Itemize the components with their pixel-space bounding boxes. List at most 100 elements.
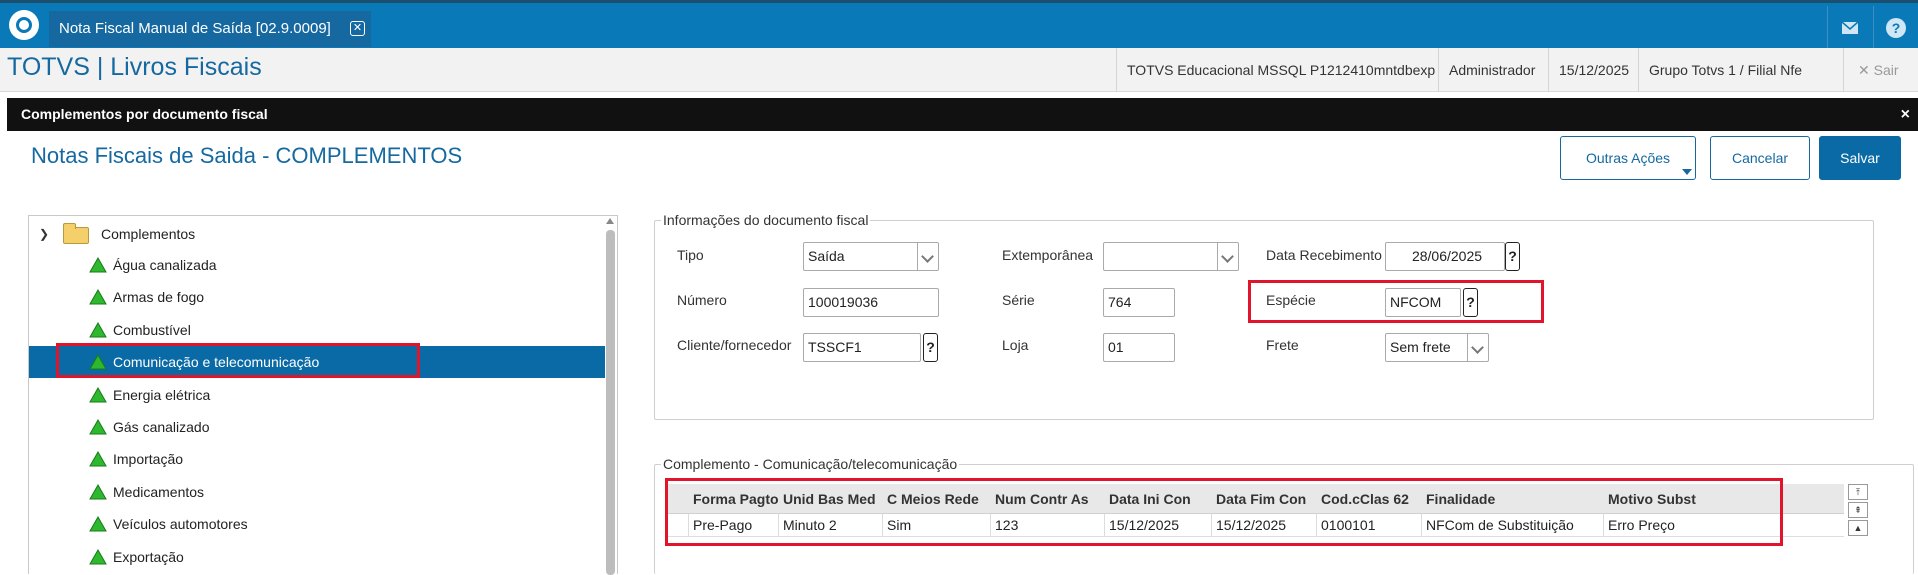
cliente-label: Cliente/fornecedor (677, 337, 792, 353)
especie-lookup-button[interactable]: ? (1463, 288, 1478, 317)
tree-item[interactable]: Exportação (29, 541, 605, 573)
tree-item[interactable]: Gás canalizado (29, 411, 605, 443)
environment-info[interactable]: TOTVS Educacional MSSQL P1212410mntdbexp (1116, 48, 1445, 92)
doc-info-legend: Informações do documento fiscal (661, 212, 871, 228)
cancel-button[interactable]: Cancelar (1710, 136, 1810, 180)
cliente-input[interactable]: TSSCF1 (803, 333, 921, 362)
chevron-down-icon[interactable]: ❯ (39, 222, 51, 246)
table-cell[interactable]: Sim (882, 514, 911, 537)
table-cell[interactable]: 15/12/2025 (1211, 514, 1286, 537)
folder-icon (63, 223, 89, 244)
tab-nota-fiscal[interactable]: Nota Fiscal Manual de Saída [02.9.0009] … (49, 11, 371, 47)
other-actions-button[interactable]: Outras Ações (1560, 136, 1696, 180)
tree-item[interactable]: Importação (29, 443, 605, 475)
exit-button[interactable]: ✕ Sair (1843, 48, 1918, 92)
frete-select[interactable]: Sem frete (1385, 333, 1489, 362)
status-triangle-icon (89, 419, 107, 435)
complementos-tree: ❯ Complementos Água canalizada Armas de f… (28, 215, 618, 575)
tree-item-label: Combustível (113, 321, 191, 338)
chevron-down-icon (917, 243, 938, 270)
tree-item-label: Importação (113, 451, 184, 468)
brand-title: TOTVS | Livros Fiscais (7, 53, 262, 81)
column-header[interactable]: Forma Pagto (693, 484, 779, 514)
status-triangle-icon (89, 548, 107, 565)
table-cell[interactable]: 15/12/2025 (1104, 514, 1179, 537)
top-bar: Nota Fiscal Manual de Saída [02.9.0009] … (0, 0, 1918, 48)
tree-item-label: Comunicação e telecomunicação (113, 354, 320, 371)
complemento-legend: Complemento - Comunicação/telecomunicaçã… (661, 456, 960, 472)
data-recebimento-input[interactable]: 28/06/2025 (1385, 242, 1505, 271)
status-triangle-icon (89, 257, 107, 273)
status-triangle-icon (89, 483, 107, 500)
column-header[interactable]: Num Contr As (995, 484, 1089, 514)
cliente-lookup-button[interactable]: ? (923, 333, 938, 362)
loja-input[interactable]: 01 (1103, 333, 1175, 362)
frete-value: Sem frete (1390, 339, 1451, 355)
extemporanea-select[interactable] (1103, 242, 1239, 271)
column-header[interactable]: Motivo Subst (1608, 484, 1696, 514)
scroll-thumb[interactable] (606, 230, 615, 575)
tree-scrollbar[interactable] (606, 216, 615, 575)
tree-item[interactable]: Combustível (29, 314, 605, 346)
tree-root-label: Complementos (101, 226, 196, 242)
status-triangle-icon (89, 386, 107, 403)
scroll-up-icon[interactable] (606, 218, 614, 224)
tree-item[interactable]: Medicamentos (29, 476, 605, 508)
mail-icon[interactable] (1827, 6, 1872, 48)
prev-page-icon[interactable]: ⇞ (1848, 502, 1868, 518)
totvs-logo-icon[interactable] (9, 10, 39, 40)
column-header[interactable]: Cod.cClas 62 (1321, 484, 1409, 514)
tree-item[interactable]: Energia elétrica (29, 379, 605, 411)
extemporanea-label: Extemporânea (1002, 247, 1094, 263)
table-cell[interactable]: Pre-Pago (688, 514, 752, 537)
save-button[interactable]: Salvar (1819, 136, 1901, 180)
column-header[interactable]: Unid Bas Med (783, 484, 876, 514)
tree-item[interactable]: Água canalizada (29, 249, 605, 281)
user-info[interactable]: Administrador (1438, 48, 1545, 92)
tree-item-label: Medicamentos (113, 483, 205, 500)
page-title: Notas Fiscais de Saida - COMPLEMENTOS (31, 143, 463, 168)
help-icon[interactable]: ? (1873, 6, 1918, 48)
scroll-up-icon[interactable]: ▲ (1848, 520, 1868, 536)
close-icon[interactable]: × (1901, 98, 1910, 131)
chevron-down-icon (1217, 243, 1238, 270)
table-cell[interactable]: 123 (990, 514, 1018, 537)
serie-label: Série (1002, 292, 1035, 308)
other-actions-label: Outras Ações (1585, 150, 1671, 166)
serie-input[interactable]: 764 (1103, 288, 1175, 317)
numero-input[interactable]: 100019036 (803, 288, 939, 317)
column-header[interactable]: C Meios Rede (887, 484, 979, 514)
status-triangle-icon (89, 516, 107, 532)
chevron-down-icon (1467, 334, 1488, 361)
column-header[interactable]: Data Ini Con (1109, 484, 1191, 514)
modal-header-title: Complementos por documento fiscal (21, 106, 268, 122)
tipo-select[interactable]: Saída (803, 242, 939, 271)
data-recebimento-lookup-button[interactable]: ? (1505, 242, 1520, 271)
info-bar: TOTVS | Livros Fiscais TOTVS Educacional… (0, 48, 1918, 92)
tree-item[interactable]: Comunicação e telecomunicação (29, 346, 605, 379)
especie-label: Espécie (1266, 292, 1316, 308)
tree-item-label: Armas de fogo (113, 289, 205, 306)
column-header[interactable]: Finalidade (1426, 484, 1495, 514)
column-header[interactable]: Data Fim Con (1216, 484, 1306, 514)
table-cell[interactable]: NFCom de Substituição (1421, 514, 1574, 537)
modal-header: Complementos por documento fiscal × (7, 98, 1918, 131)
first-record-icon[interactable]: ⤒ (1848, 484, 1868, 500)
tree-item[interactable]: Armas de fogo (29, 281, 605, 313)
date-info[interactable]: 15/12/2025 (1548, 48, 1639, 92)
table-cell[interactable]: Minuto 2 (778, 514, 837, 537)
status-triangle-icon (89, 321, 107, 338)
especie-input[interactable]: NFCOM (1385, 288, 1461, 317)
table-cell[interactable]: 0100101 (1316, 514, 1376, 537)
data-recebimento-label: Data Recebimento (1266, 247, 1382, 263)
table-row[interactable]: Pre-Pago Minuto 2 Sim 123 15/12/2025 15/12/20… (668, 514, 1844, 537)
tree-item-label: Exportação (113, 548, 184, 565)
tree-item-label: Água canalizada (113, 257, 217, 273)
status-triangle-icon (89, 451, 107, 467)
tree-item[interactable]: Veículos automotores (29, 508, 605, 540)
chevron-down-icon (1682, 169, 1692, 175)
branch-info[interactable]: Grupo Totvs 1 / Filial Nfe (1638, 48, 1812, 92)
tree-item-label: Energia elétrica (113, 386, 211, 403)
tab-close-icon[interactable]: ✕ (350, 21, 365, 36)
table-cell[interactable]: Erro Preço (1603, 514, 1675, 537)
